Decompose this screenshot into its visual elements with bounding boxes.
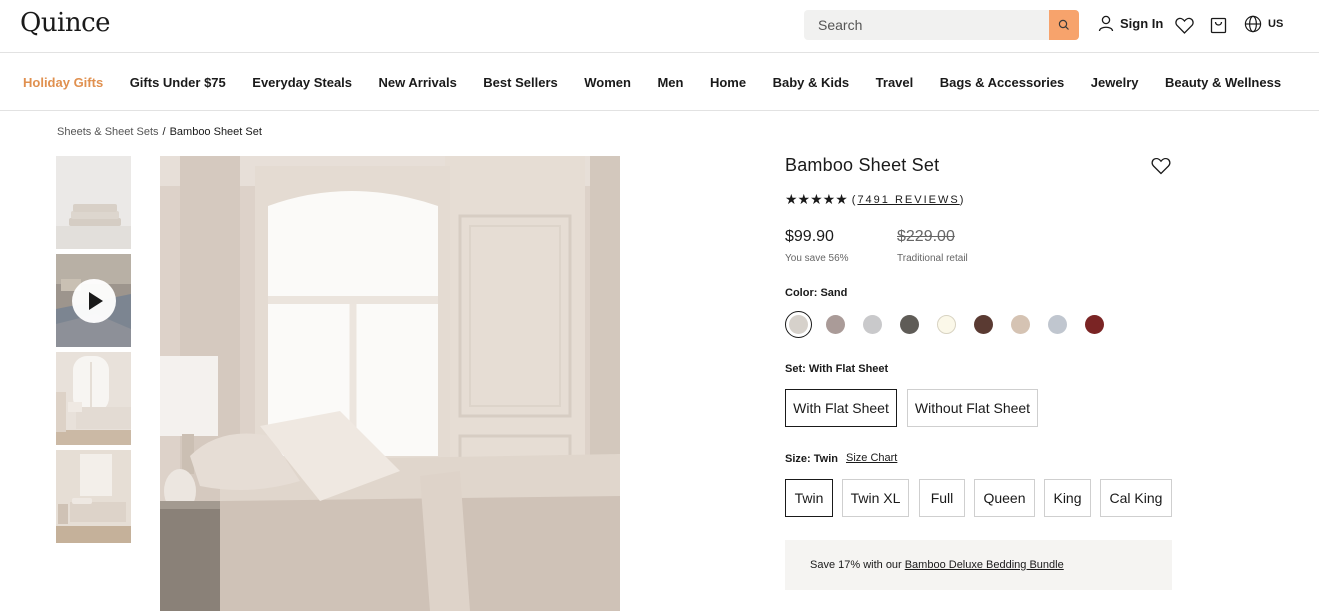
nav-item-home[interactable]: Home [710, 75, 746, 90]
size-option-queen[interactable]: Queen [974, 479, 1035, 517]
breadcrumb: Sheets & Sheet Sets / Bamboo Sheet Set [57, 126, 262, 138]
color-swatch-sky[interactable] [1048, 315, 1067, 334]
nav-item-baby-kids[interactable]: Baby & Kids [773, 75, 850, 90]
wishlist-button[interactable] [1174, 15, 1194, 35]
main-product-image[interactable] [160, 156, 620, 611]
product-wishlist-button[interactable] [1151, 157, 1173, 177]
sign-in-label: Sign In [1120, 16, 1164, 31]
globe-icon [1244, 15, 1262, 33]
site-header: Quince Sign In US [0, 0, 1319, 53]
color-swatch-charcoal[interactable] [900, 315, 919, 334]
main-nav: Holiday Gifts Gifts Under $75 Everyday S… [0, 53, 1319, 111]
search-icon [1058, 19, 1069, 30]
size-label: Size: Twin [785, 453, 838, 465]
thumbnail-folded-sheets[interactable] [56, 156, 131, 249]
cart-icon [1210, 17, 1226, 33]
color-swatch-light-grey[interactable] [863, 315, 882, 334]
retail-note: Traditional retail [897, 253, 968, 264]
play-icon[interactable] [71, 278, 117, 324]
region-selector[interactable]: US [1244, 15, 1283, 33]
breadcrumb-link-sheets[interactable]: Sheets & Sheet Sets [57, 126, 159, 138]
nav-item-travel[interactable]: Travel [876, 75, 914, 90]
sign-in-link[interactable]: Sign In [1098, 15, 1163, 32]
color-swatch-chocolate[interactable] [974, 315, 993, 334]
current-price: $99.90 [785, 228, 834, 245]
set-option-with-flat-sheet[interactable]: With Flat Sheet [785, 389, 897, 427]
reviews-link[interactable]: (7491 REVIEWS) [852, 194, 966, 206]
bundle-text: Save 17% with our [810, 559, 902, 571]
thumbnail-video[interactable] [56, 254, 131, 347]
product-title: Bamboo Sheet Set [785, 155, 940, 175]
nav-list: Holiday Gifts Gifts Under $75 Everyday S… [23, 75, 1308, 90]
size-chart-link[interactable]: Size Chart [846, 452, 897, 464]
nav-item-bags-accessories[interactable]: Bags & Accessories [940, 75, 1065, 90]
color-swatch-mauve[interactable] [826, 315, 845, 334]
thumbnail-bedroom-wide[interactable] [56, 352, 131, 445]
savings-note: You save 56% [785, 253, 849, 264]
cart-button[interactable] [1208, 15, 1228, 35]
heart-icon [1174, 17, 1194, 34]
color-swatch-ivory[interactable] [937, 315, 956, 334]
reviews-close-paren: ) [959, 193, 966, 206]
nav-item-women[interactable]: Women [584, 75, 631, 90]
size-option-cal-king[interactable]: Cal King [1100, 479, 1172, 517]
color-swatch-blush[interactable] [1011, 315, 1030, 334]
thumbnail-bed[interactable] [56, 450, 131, 543]
quince-logo[interactable]: Quince [20, 8, 111, 38]
search-bar [804, 10, 1079, 40]
reviews-count: 7491 REVIEWS [857, 193, 960, 206]
heart-icon [1151, 157, 1171, 175]
set-label: Set: With Flat Sheet [785, 363, 889, 375]
size-option-twin-xl[interactable]: Twin XL [842, 479, 909, 517]
color-label: Color: Sand [785, 287, 848, 299]
bundle-link[interactable]: Bamboo Deluxe Bedding Bundle [905, 559, 1064, 571]
bundle-promo: Save 17% with our Bamboo Deluxe Bedding … [785, 540, 1172, 590]
color-swatch-fill [789, 315, 808, 334]
user-icon [1098, 15, 1114, 32]
original-price: $229.00 [897, 228, 955, 245]
nav-item-jewelry[interactable]: Jewelry [1091, 75, 1139, 90]
size-option-twin[interactable]: Twin [785, 479, 833, 517]
star-rating: ★★★★★ [785, 191, 848, 207]
nav-item-gifts-under-75[interactable]: Gifts Under $75 [130, 75, 226, 90]
nav-item-new-arrivals[interactable]: New Arrivals [379, 75, 457, 90]
set-option-without-flat-sheet[interactable]: Without Flat Sheet [907, 389, 1038, 427]
breadcrumb-current: Bamboo Sheet Set [169, 126, 262, 138]
breadcrumb-separator: / [162, 126, 166, 138]
color-swatch-sand[interactable] [785, 311, 812, 338]
nav-item-holiday-gifts[interactable]: Holiday Gifts [23, 75, 103, 90]
nav-item-beauty-wellness[interactable]: Beauty & Wellness [1165, 75, 1281, 90]
nav-item-best-sellers[interactable]: Best Sellers [483, 75, 557, 90]
product-rating: ★★★★★ (7491 REVIEWS) [785, 191, 965, 208]
nav-item-everyday-steals[interactable]: Everyday Steals [252, 75, 352, 90]
size-option-king[interactable]: King [1044, 479, 1091, 517]
nav-item-men[interactable]: Men [657, 75, 683, 90]
search-button[interactable] [1049, 10, 1079, 40]
size-option-full[interactable]: Full [919, 479, 965, 517]
color-swatch-burgundy[interactable] [1085, 315, 1104, 334]
search-input[interactable] [804, 10, 1049, 40]
region-label: US [1268, 18, 1284, 30]
